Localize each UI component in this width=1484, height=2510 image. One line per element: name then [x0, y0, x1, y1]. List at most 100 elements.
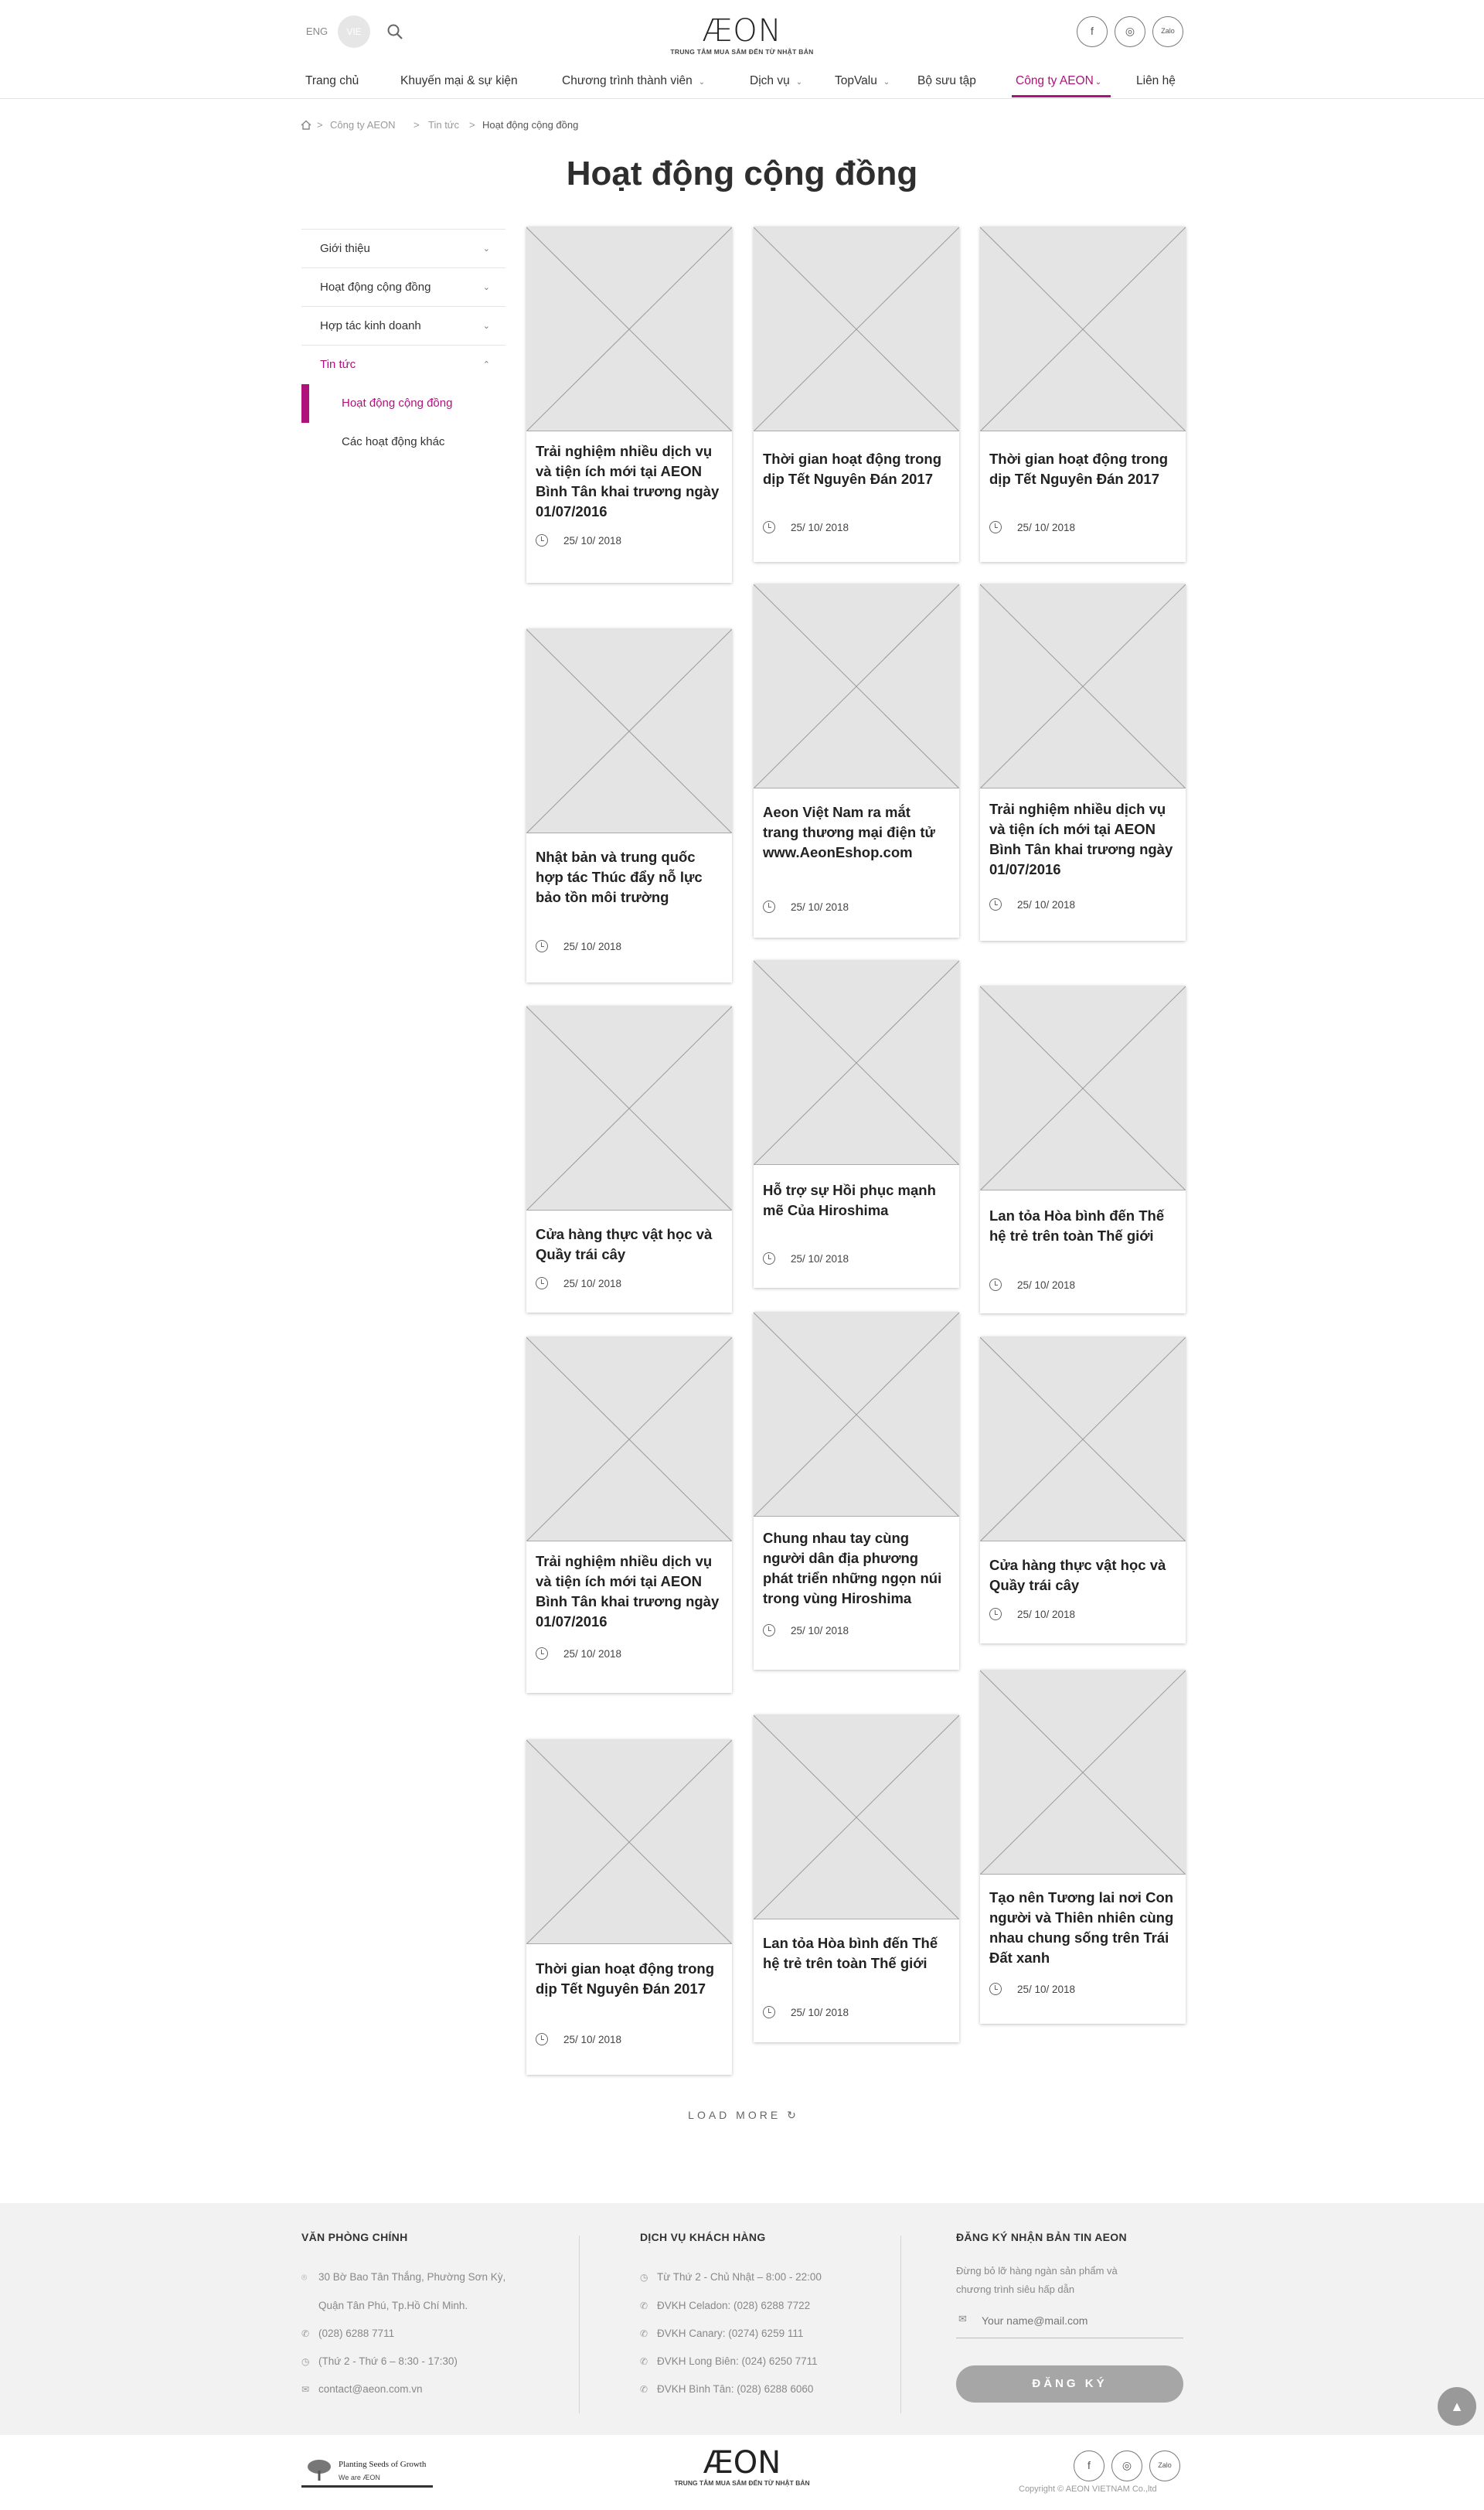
- alarm-clock-icon: [763, 2006, 775, 2018]
- sidebar-item-tin-tuc[interactable]: Tin tức ⌃: [301, 346, 505, 384]
- news-card[interactable]: Trải nghiệm nhiều dịch vụ và tiện ích mớ…: [526, 1337, 732, 1693]
- news-card[interactable]: Chung nhau tay cùng người dân địa phương…: [754, 1312, 959, 1670]
- subscribe-button[interactable]: ĐĂNG KÝ: [956, 2365, 1183, 2403]
- nav-lien-he[interactable]: Liên hệ: [1136, 74, 1176, 93]
- card-date: 25/ 10/ 2018: [536, 1276, 621, 1292]
- facebook-icon[interactable]: f: [1077, 16, 1108, 47]
- image-placeholder: [526, 1006, 732, 1211]
- sidebar-subitem-hoat-dong-cong-dong[interactable]: Hoạt động cộng đồng: [301, 384, 505, 423]
- facebook-icon[interactable]: f: [1074, 2450, 1104, 2481]
- sidebar-subitem-cac-hoat-dong-khac[interactable]: Các hoạt động khác: [301, 423, 505, 461]
- mail-icon: ✉: [301, 2384, 310, 2395]
- card-title[interactable]: Lan tỏa Hòa bình đến Thế hệ trẻ trên toà…: [763, 1933, 948, 1974]
- tree-icon: [308, 2460, 331, 2481]
- logo-tagline: TRUNG TÂM MUA SẮM ĐẾN TỪ NHẬT BẢN: [674, 2479, 810, 2487]
- nav-khuyen-mai[interactable]: Khuyến mại & sự kiện: [400, 74, 518, 93]
- instagram-icon[interactable]: ◎: [1115, 16, 1145, 47]
- zalo-icon[interactable]: Zalo: [1149, 2450, 1180, 2481]
- news-card[interactable]: Thời gian hoạt động trong dịp Tết Nguyên…: [754, 226, 959, 562]
- card-title[interactable]: Thời gian hoạt động trong dịp Tết Nguyên…: [763, 449, 948, 489]
- card-date-text: 25/ 10/ 2018: [791, 1253, 849, 1265]
- lang-eng-button[interactable]: ENG: [301, 15, 332, 48]
- nav-label: Trang chủ: [305, 74, 359, 87]
- psg-line2: We are ÆON: [339, 2474, 380, 2481]
- news-card[interactable]: Thời gian hoạt động trong dịp Tết Nguyên…: [526, 1739, 732, 2075]
- image-placeholder: [754, 1715, 959, 1919]
- nav-chuong-trinh-thanh-vien[interactable]: Chương trình thành viên ⌄: [562, 74, 705, 93]
- sidebar-item-hop-tac-kinh-doanh[interactable]: Hợp tác kinh doanh ⌄: [301, 307, 505, 346]
- card-title[interactable]: Tạo nên Tương lai nơi Con người và Thiên…: [989, 1888, 1175, 1968]
- placeholder-cross-icon: [980, 986, 1186, 1190]
- alarm-clock-icon: [536, 940, 548, 952]
- card-title[interactable]: Trải nghiệm nhiều dịch vụ và tiện ích mớ…: [536, 1551, 721, 1632]
- news-card[interactable]: Nhật bản và trung quốc hợp tác Thúc đẩy …: [526, 628, 732, 983]
- nav-dich-vu[interactable]: Dịch vụ ⌄: [750, 74, 802, 93]
- card-title[interactable]: Hỗ trợ sự Hồi phục mạnh mẽ Của Hiroshima: [763, 1180, 948, 1221]
- card-title[interactable]: Trải nghiệm nhiều dịch vụ và tiện ích mớ…: [989, 799, 1175, 880]
- news-card[interactable]: Cửa hàng thực vật học và Quầy trái cây 25…: [526, 1006, 732, 1313]
- nav-bo-suu-tap[interactable]: Bộ sưu tập: [917, 74, 976, 93]
- location-icon: ⌾: [301, 2272, 308, 2283]
- zalo-icon[interactable]: Zalo: [1152, 16, 1183, 47]
- alarm-clock-icon: [536, 2033, 548, 2045]
- card-date: 25/ 10/ 2018: [989, 897, 1075, 913]
- card-date-text: 25/ 10/ 2018: [563, 1648, 622, 1660]
- card-title[interactable]: Thời gian hoạt động trong dịp Tết Nguyên…: [536, 1959, 721, 1999]
- placeholder-cross-icon: [754, 227, 959, 431]
- sidebar-item-label: Hoạt động cộng đồng: [320, 281, 431, 294]
- chevron-down-icon: ⌄: [883, 78, 890, 87]
- card-title[interactable]: Chung nhau tay cùng người dân địa phương…: [763, 1528, 948, 1609]
- card-date-text: 25/ 10/ 2018: [791, 1625, 849, 1636]
- service-phone-canary[interactable]: ✆ ĐVKH Canary: (0274) 6259 111: [640, 2328, 803, 2339]
- refresh-icon: ↻: [787, 2109, 796, 2121]
- sidebar-item-label: Hợp tác kinh doanh: [320, 319, 421, 332]
- breadcrumb-tin-tuc[interactable]: Tin tức: [428, 119, 459, 131]
- news-card[interactable]: Trải nghiệm nhiều dịch vụ và tiện ích mớ…: [980, 584, 1186, 941]
- card-date: 25/ 10/ 2018: [989, 520, 1075, 536]
- chevron-down-icon: ⌄: [698, 78, 706, 87]
- news-card[interactable]: Thời gian hoạt động trong dịp Tết Nguyên…: [980, 226, 1186, 562]
- service-phone-long-bien[interactable]: ✆ ĐVKH Long Biên: (024) 6250 7711: [640, 2355, 818, 2367]
- nav-cong-ty-aeon[interactable]: Công ty AEON ⌄: [1016, 74, 1101, 93]
- nav-topvalu[interactable]: TopValu ⌄: [835, 74, 890, 93]
- nav-label: Dịch vụ: [750, 74, 790, 87]
- placeholder-cross-icon: [526, 1740, 732, 1943]
- load-more-button[interactable]: LOAD MORE ↻: [665, 2109, 819, 2122]
- sidebar-item-label: Tin tức: [320, 358, 356, 371]
- image-placeholder: [754, 1313, 959, 1517]
- footer-divider: [900, 2236, 901, 2413]
- back-to-top-button[interactable]: ▲: [1438, 2387, 1476, 2426]
- news-card[interactable]: Cửa hàng thực vật học và Quầy trái cây 25…: [980, 1337, 1186, 1643]
- card-title[interactable]: Cửa hàng thực vật học và Quầy trái cây: [989, 1555, 1175, 1596]
- news-card[interactable]: Lan tỏa Hòa bình đến Thế hệ trẻ trên toà…: [754, 1715, 959, 2042]
- image-placeholder: [754, 961, 959, 1165]
- news-card[interactable]: Lan tỏa Hòa bình đến Thế hệ trẻ trên toà…: [980, 986, 1186, 1313]
- sidebar-item-hoat-dong-cong-dong[interactable]: Hoạt động cộng đồng ⌄: [301, 268, 505, 307]
- placeholder-cross-icon: [980, 227, 1186, 431]
- home-icon[interactable]: [301, 120, 311, 130]
- search-icon[interactable]: [386, 23, 403, 40]
- lang-vie-button[interactable]: VIE: [338, 15, 370, 48]
- instagram-icon[interactable]: ◎: [1111, 2450, 1142, 2481]
- nav-trang-chu[interactable]: Trang chủ: [305, 74, 359, 93]
- card-title[interactable]: Lan tỏa Hòa bình đến Thế hệ trẻ trên toà…: [989, 1206, 1175, 1246]
- office-phone[interactable]: ✆ (028) 6288 7711: [301, 2328, 394, 2339]
- news-card[interactable]: Trải nghiệm nhiều dịch vụ và tiện ích mớ…: [526, 226, 732, 583]
- news-card[interactable]: Aeon Việt Nam ra mắt trang thương mại đi…: [754, 584, 959, 938]
- card-title[interactable]: Thời gian hoạt động trong dịp Tết Nguyên…: [989, 449, 1175, 489]
- news-card[interactable]: Hỗ trợ sự Hồi phục mạnh mẽ Của Hiroshima…: [754, 960, 959, 1288]
- card-title[interactable]: Aeon Việt Nam ra mắt trang thương mại đi…: [763, 802, 948, 863]
- footer-aeon-logo[interactable]: ÆON TRUNG TÂM MUA SẮM ĐẾN TỪ NHẬT BẢN: [665, 2447, 819, 2487]
- sidebar-item-gioi-thieu[interactable]: Giới thiệu ⌄: [301, 230, 505, 268]
- card-title[interactable]: Nhật bản và trung quốc hợp tác Thúc đẩy …: [536, 847, 721, 908]
- breadcrumb-cong-ty-aeon[interactable]: Công ty AEON: [330, 119, 396, 131]
- service-phone-binh-tan[interactable]: ✆ ĐVKH Bình Tân: (028) 6288 6060: [640, 2383, 813, 2395]
- card-title[interactable]: Trải nghiệm nhiều dịch vụ và tiện ích mớ…: [536, 441, 721, 522]
- newsletter-email-input[interactable]: [982, 2311, 1183, 2330]
- office-email[interactable]: ✉ contact@aeon.com.vn: [301, 2383, 423, 2395]
- aeon-logo[interactable]: ÆON TRUNG TÂM MUA SẮM ĐẾN TỪ NHẬT BẢN: [669, 14, 815, 59]
- news-card[interactable]: Tạo nên Tương lai nơi Con người và Thiên…: [980, 1670, 1186, 2024]
- card-title[interactable]: Cửa hàng thực vật học và Quầy trái cây: [536, 1224, 721, 1265]
- alarm-clock-icon: [536, 534, 548, 547]
- service-phone-celadon[interactable]: ✆ ĐVKH Celadon: (028) 6288 7722: [640, 2300, 810, 2311]
